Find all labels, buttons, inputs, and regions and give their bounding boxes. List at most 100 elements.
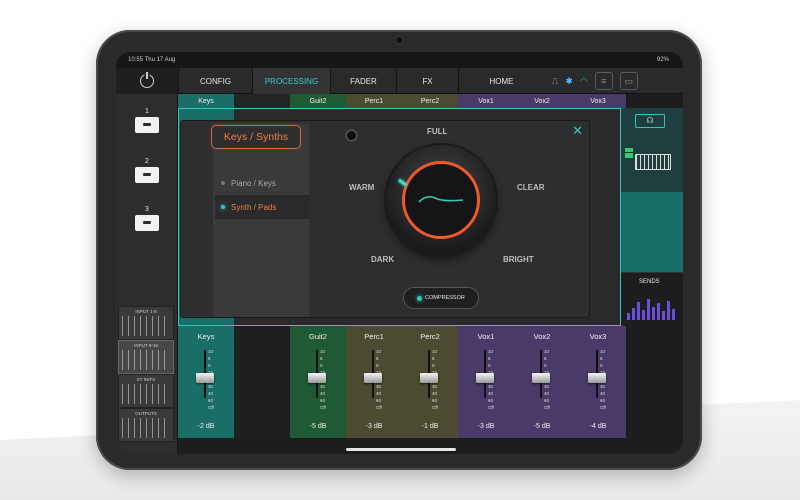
top-navigation: CONFIG PROCESSING FADER FX HOME ⎍ ✱ ◠ ≡ … (116, 68, 683, 94)
layer-st-in-fx[interactable]: ST IN/FX (118, 374, 174, 408)
fader-cap[interactable] (308, 373, 326, 384)
preset-label: Piano / Keys (231, 178, 276, 188)
folder-icon[interactable]: ▭ (619, 72, 638, 90)
scene-2[interactable]: 2 (134, 158, 160, 183)
fader-scale-tick: 30 (432, 384, 438, 389)
fader-scale-tick: 0 (544, 363, 547, 368)
tab-fx[interactable]: FX (396, 68, 458, 94)
preset-synth-pads[interactable]: Synth / Pads (215, 195, 309, 219)
channel-strip-perc2: Perc210501020304060Off-1 dB (402, 326, 458, 438)
channel-tab-vox1[interactable]: Vox1 (458, 94, 514, 108)
channel-strip-perc1: Perc110501020304060Off-3 dB (346, 326, 402, 438)
layer-label: INPUT 9-16 (134, 343, 158, 348)
fader-scale-tick: 40 (488, 391, 494, 396)
popup-title[interactable]: Keys / Synths (211, 125, 301, 149)
fader-scale-tick: 5 (208, 356, 211, 361)
dial-ring (402, 161, 480, 239)
fader-scale-tick: 30 (320, 384, 326, 389)
sends-meter (627, 298, 677, 320)
scene-1[interactable]: 1 (134, 108, 160, 133)
send-level-bar (642, 310, 645, 320)
preset-piano-keys[interactable]: Piano / Keys (215, 171, 309, 195)
radio-dot-icon (221, 205, 225, 209)
fader-cap[interactable] (196, 373, 214, 384)
channel-tab-keys[interactable]: Keys (178, 94, 234, 108)
channel-color-block (621, 192, 683, 272)
fader-scale-tick: 10 (600, 349, 606, 354)
fader-scale-tick: 60 (544, 398, 550, 403)
channel-tab-vox2[interactable]: Vox2 (514, 94, 570, 108)
layer-input-9-16[interactable]: INPUT 9-16 (118, 340, 174, 374)
fader-scale-tick: 60 (600, 398, 606, 403)
scene-number: 1 (145, 108, 149, 115)
menu-icon[interactable]: ≡ (594, 72, 613, 90)
home-indicator[interactable] (346, 448, 456, 451)
fader-scale-tick: 10 (208, 349, 214, 354)
dial-label-warm: WARM (349, 183, 375, 192)
mini-faders (122, 350, 170, 370)
fader-scale-tick: 60 (376, 398, 382, 403)
fader-cap[interactable] (532, 373, 550, 384)
popup-body: Keys / Synths Piano / Keys Synth / Pads … (180, 120, 590, 318)
fader-scale-tick: 10 (432, 349, 438, 354)
fader-cap[interactable] (420, 373, 438, 384)
meter-led (625, 148, 633, 158)
scene-3[interactable]: 3 (134, 206, 160, 231)
tab-home[interactable]: HOME (458, 68, 544, 94)
channel-tab-guit2[interactable]: Guit2 (290, 94, 346, 108)
keyboard-icon[interactable] (635, 154, 671, 170)
dial-label-clear: CLEAR (517, 183, 545, 192)
tab-processing[interactable]: PROCESSING (252, 68, 330, 94)
fader-scale-tick: 5 (600, 356, 603, 361)
power-button[interactable] (116, 68, 178, 94)
fader-scale-tick: 5 (544, 356, 547, 361)
fader-cap[interactable] (588, 373, 606, 384)
bluetooth-icon[interactable]: ✱ (565, 76, 573, 86)
mini-faders (122, 384, 170, 404)
fader-scale-tick: 0 (488, 363, 491, 368)
tab-config[interactable]: CONFIG (178, 68, 252, 94)
scene-number: 2 (145, 158, 149, 165)
fader-cap[interactable] (476, 373, 494, 384)
layer-outputs[interactable]: OUTPUTS (118, 408, 174, 442)
channel-name: Vox2 (533, 332, 551, 341)
fader-scale-tick: 60 (488, 398, 494, 403)
scene-card-icon (135, 215, 159, 231)
sends-panel[interactable]: SENDS (621, 272, 683, 326)
tab-fader[interactable]: FADER (330, 68, 396, 94)
mini-faders (122, 418, 170, 438)
channel-tab-perc1[interactable]: Perc1 (346, 94, 402, 108)
compressor-label: COMPRESSOR (425, 295, 465, 301)
close-icon[interactable]: ✕ (572, 123, 583, 139)
monitor-panel: ☊ (621, 108, 683, 192)
compressor-button[interactable]: COMPRESSOR (403, 287, 479, 309)
fader-scale-tick: Off (488, 405, 494, 410)
tone-dial[interactable] (386, 145, 496, 255)
fader-scale-tick: Off (544, 405, 550, 410)
fader-scale-tick: 0 (208, 363, 211, 368)
fader-scale-tick: 30 (208, 384, 214, 389)
keys-synths-popup: Keys / Synths Piano / Keys Synth / Pads … (180, 120, 590, 318)
wifi-icon[interactable]: ◠ (580, 76, 588, 86)
scene-card-icon (135, 167, 159, 183)
layer-input-1-8[interactable]: INPUT 1-8 (118, 306, 174, 340)
fader-scale-tick: 5 (432, 356, 435, 361)
channel-tab-vox3[interactable]: Vox3 (570, 94, 626, 108)
channel-tab-perc2[interactable]: Perc2 (402, 94, 458, 108)
scene-number: 3 (145, 206, 149, 213)
usb-icon[interactable]: ⎍ (552, 76, 558, 86)
fader-scale-tick: 30 (376, 384, 382, 389)
fader-scale-tick: 60 (320, 398, 326, 403)
channel-strip-keys: Keys10501020304060Off-2 dB (178, 326, 234, 438)
scene-card-icon (135, 117, 159, 133)
nav-icons: ⎍ ✱ ◠ ≡ ▭ (544, 68, 683, 94)
preset-label: Synth / Pads (231, 202, 277, 212)
dial-label-full: FULL (427, 127, 448, 136)
headphones-icon[interactable]: ☊ (635, 114, 665, 128)
sends-label: SENDS (639, 279, 660, 285)
send-level-bar (667, 301, 670, 320)
compressor-led-icon (417, 295, 423, 301)
fader-cap[interactable] (364, 373, 382, 384)
fader-scale-tick: Off (376, 405, 382, 410)
fader-scale-tick: 40 (376, 391, 382, 396)
